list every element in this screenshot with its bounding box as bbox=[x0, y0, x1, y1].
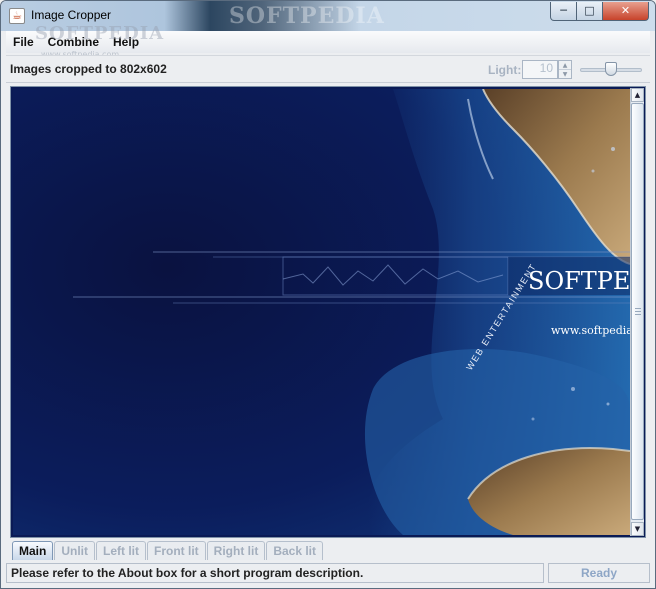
status-message: Please refer to the About box for a shor… bbox=[6, 563, 544, 583]
light-spinner: ▲ ▼ bbox=[558, 60, 572, 79]
maximize-button[interactable]: □ bbox=[577, 2, 603, 21]
window-controls: ─ □ ✕ bbox=[550, 2, 649, 21]
light-label: Light: bbox=[488, 63, 522, 77]
slider-thumb[interactable] bbox=[605, 62, 617, 76]
tab-back-lit[interactable]: Back lit bbox=[266, 541, 324, 560]
minimize-icon: ─ bbox=[560, 4, 567, 17]
app-window: SOFTPEDIA ☕ Image Cropper ─ □ ✕ File Com… bbox=[0, 0, 656, 589]
status-ready: Ready bbox=[548, 563, 650, 583]
cropped-image: SOFTPEDI www.softpedia.c WEB ENTERTAINME… bbox=[13, 89, 630, 535]
light-slider[interactable] bbox=[580, 60, 642, 80]
close-button[interactable]: ✕ bbox=[603, 2, 649, 21]
scroll-down-button[interactable]: ▼ bbox=[631, 522, 644, 536]
menu-file[interactable]: File bbox=[6, 35, 41, 49]
title-bar[interactable]: SOFTPEDIA ☕ Image Cropper ─ □ ✕ bbox=[1, 1, 655, 31]
menu-help[interactable]: Help bbox=[106, 35, 146, 49]
spinner-down-button[interactable]: ▼ bbox=[559, 70, 571, 79]
triangle-down-icon: ▼ bbox=[634, 525, 641, 533]
light-value-field[interactable]: 10 bbox=[522, 60, 558, 79]
thumb-grip-line bbox=[635, 314, 641, 315]
thumb-grip-line bbox=[635, 308, 641, 309]
thumb-grip-line bbox=[635, 311, 641, 312]
window-title: Image Cropper bbox=[31, 8, 112, 22]
maximize-icon: □ bbox=[584, 4, 595, 17]
tab-left-lit[interactable]: Left lit bbox=[96, 541, 147, 560]
tab-right-lit[interactable]: Right lit bbox=[206, 541, 266, 560]
scroll-up-button[interactable]: ▲ bbox=[631, 88, 644, 102]
menu-combine[interactable]: Combine bbox=[41, 35, 106, 49]
vertical-scrollbar[interactable]: ▲ ▼ bbox=[630, 88, 644, 536]
menu-bar: File Combine Help bbox=[6, 31, 650, 53]
image-brand-text: SOFTPEDI bbox=[528, 267, 630, 295]
spinner-up-button[interactable]: ▲ bbox=[559, 61, 571, 70]
scroll-thumb[interactable] bbox=[631, 103, 644, 520]
toolbar: Images cropped to 802x602 Light: 10 ▲ ▼ bbox=[6, 55, 650, 83]
image-viewport[interactable]: SOFTPEDI www.softpedia.c WEB ENTERTAINME… bbox=[10, 86, 646, 538]
triangle-up-icon: ▲ bbox=[634, 91, 641, 99]
status-bar: Please refer to the About box for a shor… bbox=[6, 563, 650, 583]
image-url-text: www.softpedia.c bbox=[551, 324, 630, 337]
chevron-up-icon: ▲ bbox=[562, 62, 568, 69]
title-bar-watermark: SOFTPEDIA bbox=[229, 3, 385, 29]
crop-status-message: Images cropped to 802x602 bbox=[10, 62, 167, 76]
tab-main[interactable]: Main bbox=[12, 541, 54, 560]
minimize-button[interactable]: ─ bbox=[550, 2, 577, 21]
tab-front-lit[interactable]: Front lit bbox=[147, 541, 206, 560]
satellite-image: SOFTPEDI www.softpedia.c WEB ENTERTAINME… bbox=[13, 89, 630, 535]
java-app-icon[interactable]: ☕ bbox=[9, 8, 25, 24]
close-icon: ✕ bbox=[620, 4, 631, 17]
tab-unlit[interactable]: Unlit bbox=[54, 541, 96, 560]
lighting-tabs: Main Unlit Left lit Front lit Right lit … bbox=[12, 541, 324, 561]
chevron-down-icon: ▼ bbox=[562, 71, 568, 78]
